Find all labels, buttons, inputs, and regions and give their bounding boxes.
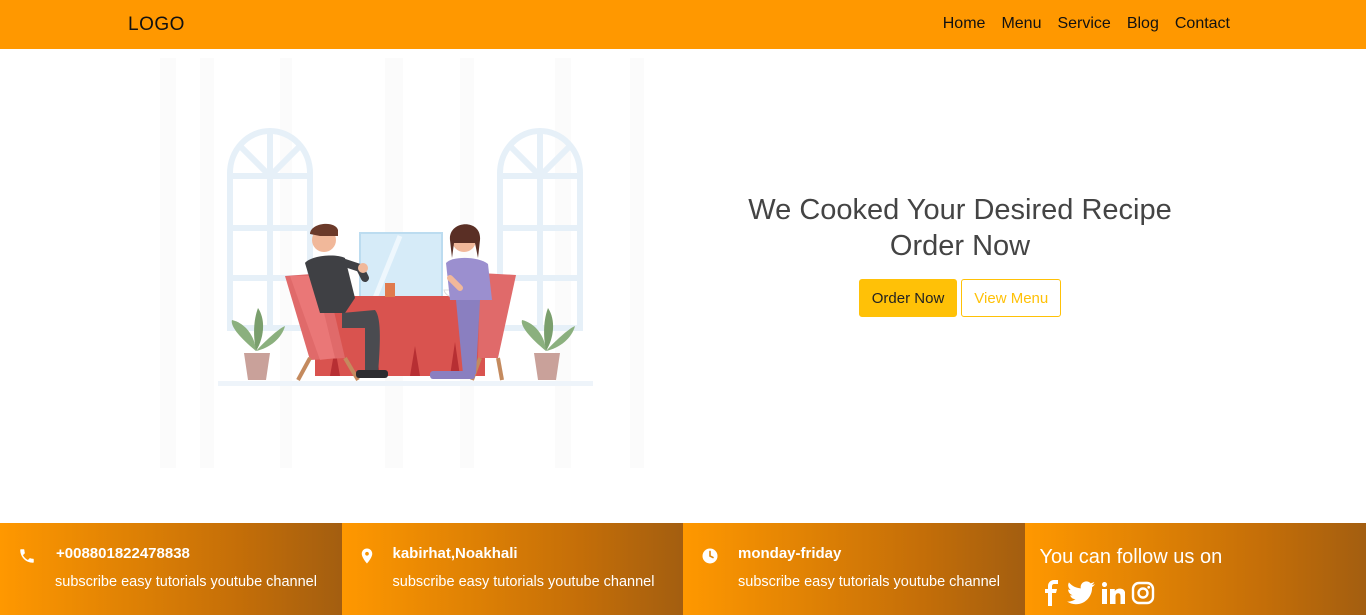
linkedin-icon[interactable] [1101, 581, 1125, 610]
view-menu-button[interactable]: View Menu [961, 279, 1062, 317]
nav-link-home[interactable]: Home [943, 15, 986, 33]
footer-location: kabirhat,Noakhali subscribe easy tutoria… [341, 523, 683, 615]
footer: +008801822478838 subscribe easy tutorial… [0, 523, 1366, 615]
nav-link-service[interactable]: Service [1057, 15, 1110, 33]
logo[interactable]: LOGO [128, 14, 185, 36]
navbar: LOGO Home Menu Service Blog Contact [0, 0, 1366, 49]
nav-link-menu[interactable]: Menu [1001, 15, 1041, 33]
order-now-button[interactable]: Order Now [858, 279, 958, 317]
phone-subtitle: subscribe easy tutorials youtube channel [55, 574, 317, 590]
footer-hours: monday-friday subscribe easy tutorials y… [683, 523, 1025, 615]
facebook-icon[interactable] [1041, 580, 1061, 611]
twitter-icon[interactable] [1066, 581, 1095, 610]
hero-headline: We Cooked Your Desired Recipe Order Now [700, 192, 1220, 264]
nav-link-contact[interactable]: Contact [1175, 15, 1230, 33]
plant-left [231, 308, 285, 380]
social-icons [1041, 580, 1155, 611]
clock-icon [701, 547, 719, 565]
map-marker-icon [358, 547, 376, 565]
follow-title: You can follow us on [1039, 546, 1223, 568]
footer-follow: You can follow us on [1024, 523, 1366, 615]
headline-line-2: Order Now [889, 230, 1031, 262]
hours-title: monday-friday [738, 545, 842, 562]
location-title: kabirhat,Noakhali [392, 545, 518, 562]
hero-buttons: Order Now View Menu [700, 279, 1220, 317]
phone-icon [18, 547, 36, 565]
hours-subtitle: subscribe easy tutorials youtube channel [738, 574, 1000, 590]
hero-text: We Cooked Your Desired Recipe Order Now … [700, 192, 1220, 317]
instagram-icon[interactable] [1131, 581, 1155, 610]
nav-link-blog[interactable]: Blog [1127, 15, 1159, 33]
headline-line-1: We Cooked Your Desired Recipe [748, 194, 1172, 226]
phone-number: +008801822478838 [56, 545, 190, 562]
nav-links: Home Menu Service Blog Contact [943, 15, 1230, 33]
hero-illustration [160, 58, 660, 478]
footer-phone: +008801822478838 subscribe easy tutorial… [0, 523, 342, 615]
location-subtitle: subscribe easy tutorials youtube channel [392, 574, 655, 590]
